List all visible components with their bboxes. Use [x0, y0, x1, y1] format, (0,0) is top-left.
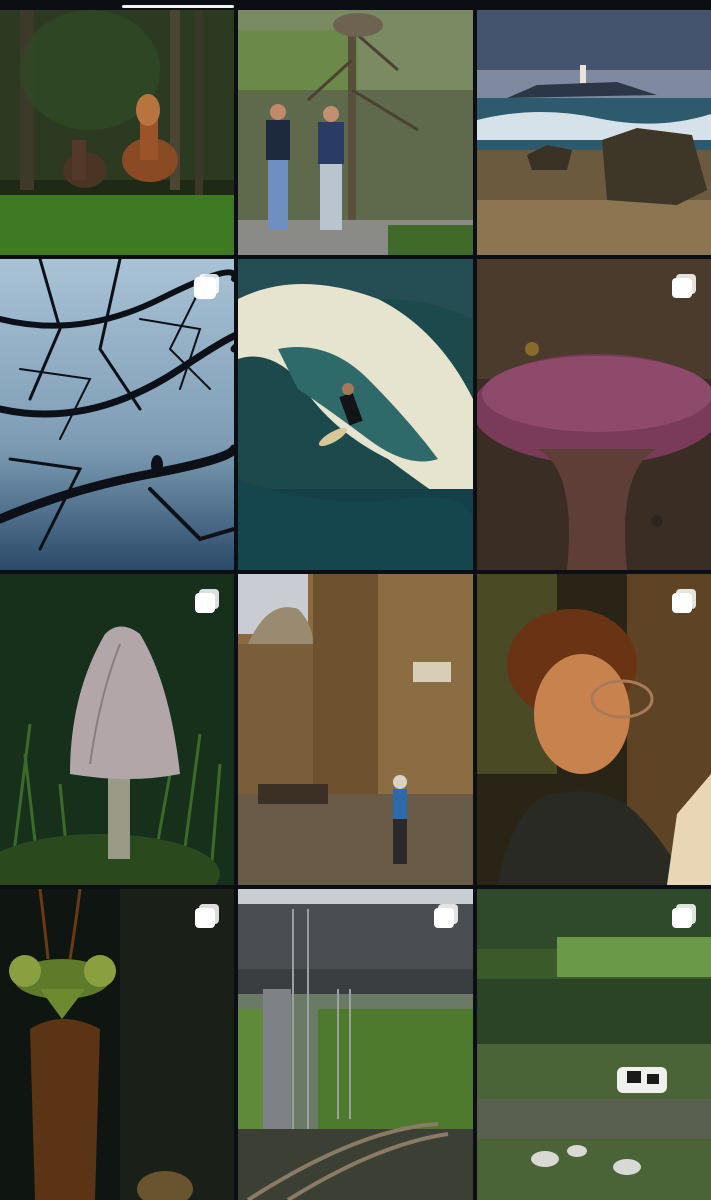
mantis-image: [0, 889, 234, 1200]
men-by-tree-image: [238, 10, 473, 255]
post-thumbnail-lighthouse[interactable]: [477, 10, 711, 255]
carousel-icon: [669, 586, 699, 616]
post-thumbnail-surfer[interactable]: [238, 259, 473, 570]
post-thumbnail-fly-on-mushroom[interactable]: [477, 259, 711, 570]
carousel-icon: [669, 901, 699, 931]
old-town-street-image: [238, 574, 473, 885]
post-thumbnail-cow-field[interactable]: [477, 889, 711, 1200]
cow-field-image: [477, 889, 711, 1200]
young-man-image: [477, 574, 711, 885]
bird-silhouette-image: [0, 259, 234, 570]
horses-image: [0, 10, 234, 255]
post-thumbnail-bird-silhouette[interactable]: [0, 259, 234, 570]
post-thumbnail-old-town-street[interactable]: [238, 574, 473, 885]
railway-bridge-image: [238, 889, 473, 1200]
carousel-icon: [669, 271, 699, 301]
carousel-icon: [431, 901, 461, 931]
post-thumbnail-railway-bridge[interactable]: [238, 889, 473, 1200]
post-thumbnail-horses[interactable]: [0, 10, 234, 255]
post-grid: [0, 10, 711, 1200]
carousel-icon: [192, 901, 222, 931]
profile-tab-bar: [0, 0, 711, 10]
post-thumbnail-men-by-tree[interactable]: [238, 10, 473, 255]
post-thumbnail-young-man[interactable]: [477, 574, 711, 885]
fly-on-mushroom-image: [477, 259, 711, 570]
post-thumbnail-shaggy-mushroom[interactable]: [0, 574, 234, 885]
carousel-icon: [192, 586, 222, 616]
active-tab-indicator: [122, 5, 234, 8]
lighthouse-image: [477, 10, 711, 255]
carousel-icon: [192, 271, 222, 301]
post-thumbnail-mantis[interactable]: [0, 889, 234, 1200]
surfer-image: [238, 259, 473, 570]
shaggy-mushroom-image: [0, 574, 234, 885]
